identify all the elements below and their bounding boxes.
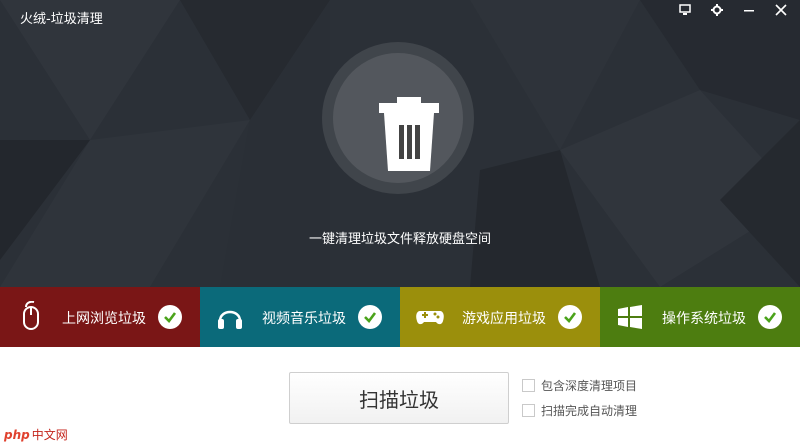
check-icon: [158, 305, 182, 329]
trash-inner-ring: [333, 53, 463, 183]
category-games[interactable]: 游戏应用垃圾: [400, 287, 600, 347]
category-web-browsing[interactable]: 上网浏览垃圾: [0, 287, 200, 347]
gamepad-icon: [416, 311, 444, 325]
category-label-web: 上网浏览垃圾: [62, 311, 146, 327]
monitor-icon[interactable]: [676, 1, 694, 19]
check-icon: [358, 305, 382, 329]
watermark: php 中文网: [4, 426, 68, 443]
option-auto-label: 扫描完成自动清理: [541, 404, 638, 418]
option-auto-clean[interactable]: 扫描完成自动清理: [522, 402, 637, 419]
option-deep-clean[interactable]: 包含深度清理项目: [522, 377, 637, 394]
category-system[interactable]: 操作系统垃圾: [600, 287, 800, 347]
trash-button[interactable]: [322, 42, 474, 194]
category-label-media: 视频音乐垃圾: [262, 311, 346, 327]
windows-icon: [618, 305, 642, 329]
gear-icon[interactable]: [708, 1, 726, 19]
watermark-logo: php: [4, 427, 30, 442]
category-bar: 上网浏览垃圾 视频音乐垃圾 游戏应用垃圾 操作系统垃圾: [0, 287, 800, 347]
close-icon[interactable]: [772, 1, 790, 19]
headphones-icon: [218, 310, 242, 329]
trash-icon: [379, 97, 439, 171]
check-icon: [758, 305, 782, 329]
window-title: 火绒-垃圾清理: [20, 12, 103, 27]
category-label-system: 操作系统垃圾: [662, 311, 746, 327]
check-icon: [558, 305, 582, 329]
category-media[interactable]: 视频音乐垃圾: [200, 287, 400, 347]
checkbox[interactable]: [522, 379, 535, 392]
mouse-icon: [23, 301, 39, 330]
window-controls: [676, 0, 790, 20]
minimize-icon[interactable]: [740, 1, 758, 19]
option-deep-label: 包含深度清理项目: [541, 379, 638, 393]
scan-button[interactable]: 扫描垃圾: [289, 372, 509, 424]
checkbox[interactable]: [522, 404, 535, 417]
category-label-games: 游戏应用垃圾: [462, 311, 546, 327]
watermark-text: 中文网: [31, 428, 68, 442]
hero-caption: 一键清理垃圾文件释放硬盘空间: [308, 232, 491, 247]
hero-panel: 火绒-垃圾清理 一键清理垃圾文件释放硬盘空间: [0, 0, 800, 287]
